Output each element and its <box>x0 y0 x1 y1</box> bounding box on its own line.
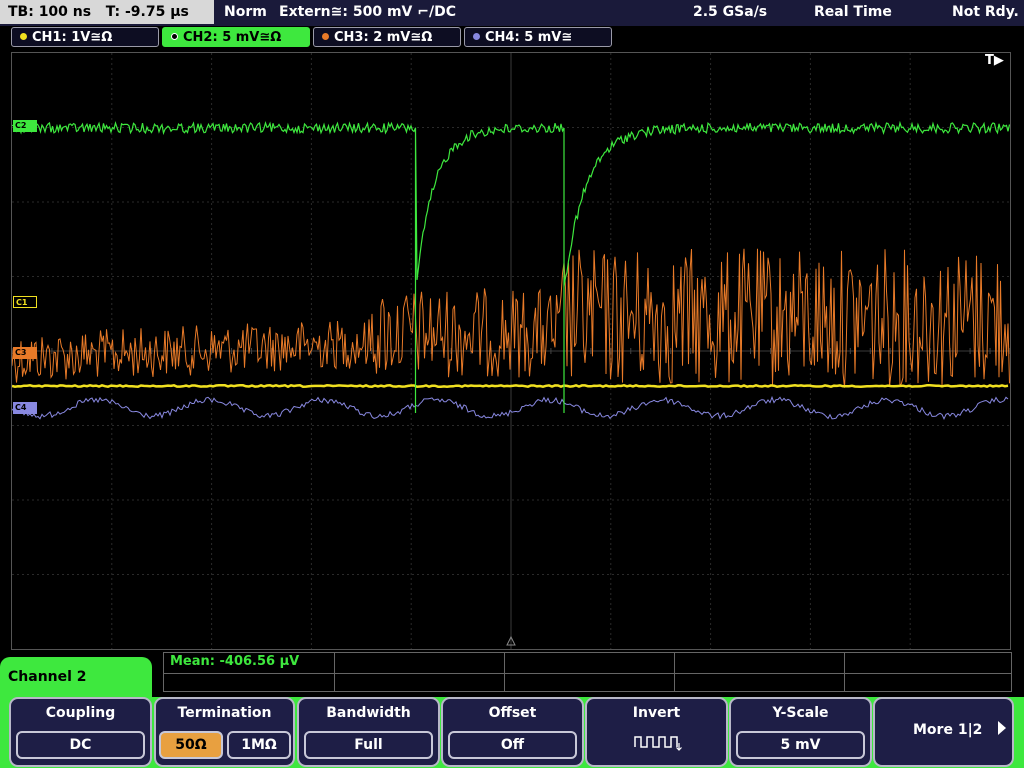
ch2-level-marker[interactable]: C2 <box>13 120 37 132</box>
timebase-box[interactable]: TB: 100 ns T: -9.75 µs <box>0 0 214 24</box>
invert-waveform-icon <box>634 736 682 751</box>
timebase-value: TB: 100 ns <box>8 4 92 20</box>
ch4-level-marker[interactable]: C4 <box>13 402 37 414</box>
termination-50ohm[interactable]: 50Ω <box>159 731 223 759</box>
sample-rate[interactable]: 2.5 GSa/s <box>693 0 767 24</box>
trigger-position-marker[interactable]: T▶ <box>985 53 1004 68</box>
invert-label: Invert <box>632 705 681 721</box>
bandwidth-softkey[interactable]: Bandwidth Full <box>297 697 440 767</box>
measurement-mean: Mean: -406.56 µV <box>170 654 300 669</box>
ch3-dot-icon <box>322 33 329 40</box>
channel-tab-ch1[interactable]: CH1: 1V≅Ω <box>11 27 159 47</box>
bandwidth-label: Bandwidth <box>326 705 411 721</box>
trigger-mode[interactable]: Norm <box>224 0 267 24</box>
offset-label: Offset <box>488 705 537 721</box>
trigger-source[interactable]: Extern≅: 500 mV ⌐/DC <box>279 0 456 24</box>
ch1-dot-icon <box>20 33 27 40</box>
ch3-level-marker[interactable]: C3 <box>13 347 37 359</box>
offset-value[interactable]: Off <box>448 731 577 759</box>
ch4-dot-icon <box>473 33 480 40</box>
more-arrow-icon <box>998 721 1006 735</box>
yscale-value[interactable]: 5 mV <box>736 731 865 759</box>
trigger-time-value: T: -9.75 µs <box>105 4 189 20</box>
ch1-level-marker[interactable]: C1 <box>13 296 37 308</box>
ch3-label: CH3: 2 mV≅Ω <box>334 30 433 45</box>
ch1-label: CH1: 1V≅Ω <box>32 30 113 45</box>
yscale-softkey[interactable]: Y-Scale 5 mV <box>729 697 872 767</box>
trigger-state: Not Rdy. <box>952 4 1019 20</box>
waveform-plot <box>12 53 1010 649</box>
ch4-waveform <box>12 395 1009 420</box>
ch2-dot-icon <box>171 33 178 40</box>
coupling-softkey[interactable]: Coupling DC <box>9 697 152 767</box>
menu-title-tab: Channel 2 <box>0 657 152 701</box>
termination-1mohm[interactable]: 1MΩ <box>227 731 291 759</box>
ch2-label: CH2: 5 mV≅Ω <box>183 30 282 45</box>
offset-softkey[interactable]: Offset Off <box>441 697 584 767</box>
channel-tab-ch3[interactable]: CH3: 2 mV≅Ω <box>313 27 461 47</box>
ch1-waveform <box>12 383 1009 389</box>
acquisition-mode[interactable]: Real Time <box>814 0 892 24</box>
termination-softkey[interactable]: Termination 50Ω 1MΩ <box>154 697 295 767</box>
coupling-label: Coupling <box>45 705 116 721</box>
coupling-value[interactable]: DC <box>16 731 145 759</box>
waveform-display[interactable] <box>11 52 1011 650</box>
invert-softkey[interactable]: Invert <box>585 697 728 767</box>
termination-label: Termination <box>177 705 272 721</box>
bandwidth-value[interactable]: Full <box>304 731 433 759</box>
channel-tab-ch2[interactable]: CH2: 5 mV≅Ω <box>162 27 310 47</box>
channel-tab-ch4[interactable]: CH4: 5 mV≅ <box>464 27 612 47</box>
more-softkey[interactable]: More 1|2 <box>873 697 1014 767</box>
more-label: More 1|2 <box>913 722 983 738</box>
yscale-label: Y-Scale <box>772 705 829 721</box>
ch4-label: CH4: 5 mV≅ <box>485 30 573 45</box>
